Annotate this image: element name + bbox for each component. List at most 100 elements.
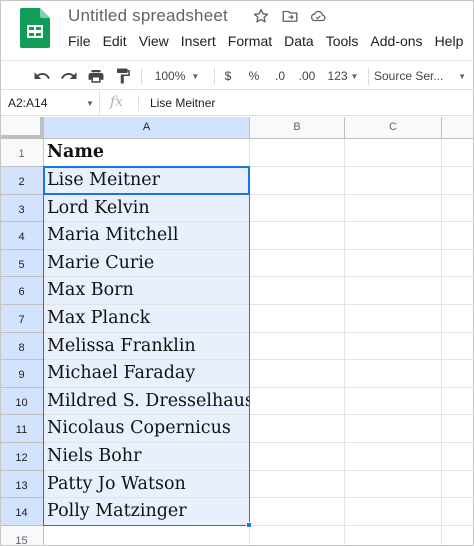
row-header-1[interactable]: 1 (0, 139, 44, 167)
menu-format[interactable]: Format (222, 32, 278, 52)
cell-b12[interactable] (250, 443, 345, 471)
spreadsheet-grid[interactable]: A B C 1 Name 2 Lise Meitner 3 Lord Kelvin 4 Maria … (0, 117, 474, 546)
cell-d5[interactable] (442, 249, 474, 278)
formula-input[interactable]: Lise Meitner (150, 96, 215, 110)
cell-b6[interactable] (250, 277, 345, 305)
row-header-8[interactable]: 8 (0, 332, 44, 361)
decrease-decimal-button[interactable]: .0 (270, 66, 290, 86)
cell-b5[interactable] (250, 249, 345, 278)
cell-a12[interactable]: Niels Bohr (44, 443, 250, 471)
cell-c14[interactable] (345, 498, 442, 526)
cell-b10[interactable] (250, 387, 345, 416)
cell-a10[interactable]: Mildred S. Dresselhaus (44, 387, 254, 416)
cell-a11[interactable]: Nicolaus Copernicus (44, 415, 250, 443)
cell-a8[interactable]: Melissa Franklin (44, 332, 250, 361)
menu-add-ons[interactable]: Add-ons (364, 32, 428, 52)
cell-d10[interactable] (442, 387, 474, 416)
cell-a4[interactable]: Maria Mitchell (44, 222, 250, 250)
menu-insert[interactable]: Insert (175, 32, 222, 52)
cell-c15[interactable] (345, 525, 442, 546)
percent-format-button[interactable]: % (245, 66, 263, 86)
row-header-5[interactable]: 5 (0, 249, 44, 278)
increase-decimal-button[interactable]: .00 (295, 66, 319, 86)
redo-button[interactable] (59, 66, 79, 86)
currency-format-button[interactable]: $ (220, 66, 236, 86)
row-header-11[interactable]: 11 (0, 415, 44, 443)
cell-c6[interactable] (345, 277, 442, 305)
cell-a5[interactable]: Marie Curie (44, 249, 250, 278)
row-header-10[interactable]: 10 (0, 387, 44, 416)
cell-b11[interactable] (250, 415, 345, 443)
cell-a6[interactable]: Max Born (44, 277, 250, 305)
cell-d7[interactable] (442, 305, 474, 333)
cell-d2[interactable] (442, 167, 474, 195)
menu-tools[interactable]: Tools (320, 32, 365, 52)
menu-data[interactable]: Data (278, 32, 320, 52)
cell-b14[interactable] (250, 498, 345, 526)
row-header-13[interactable]: 13 (0, 470, 44, 499)
column-header-b[interactable]: B (250, 117, 345, 139)
cell-b1[interactable] (250, 139, 345, 167)
cell-c8[interactable] (345, 332, 442, 361)
cell-d9[interactable] (442, 360, 474, 388)
more-formats-button[interactable]: 123 ▼ (324, 66, 362, 86)
cell-c9[interactable] (345, 360, 442, 388)
row-header-14[interactable]: 14 (0, 498, 44, 526)
zoom-select[interactable]: 100% ▼ (148, 66, 206, 86)
cell-a7[interactable]: Max Planck (44, 305, 250, 333)
row-header-15[interactable]: 15 (0, 525, 44, 546)
cell-a9[interactable]: Michael Faraday (44, 360, 250, 388)
paint-format-button[interactable] (113, 66, 133, 86)
cell-a13[interactable]: Patty Jo Watson (44, 470, 250, 499)
cell-b13[interactable] (250, 470, 345, 499)
cell-d4[interactable] (442, 222, 474, 250)
cell-a2[interactable]: Lise Meitner (44, 167, 250, 195)
cell-b7[interactable] (250, 305, 345, 333)
undo-button[interactable] (32, 66, 52, 86)
cell-c10[interactable] (345, 387, 442, 416)
cell-b4[interactable] (250, 222, 345, 250)
sheets-logo-icon[interactable] (20, 8, 50, 48)
cell-a3[interactable]: Lord Kelvin (44, 194, 250, 223)
cell-d6[interactable] (442, 277, 474, 305)
cell-c4[interactable] (345, 222, 442, 250)
row-header-3[interactable]: 3 (0, 194, 44, 223)
fill-handle[interactable] (246, 521, 252, 528)
cell-b3[interactable] (250, 194, 345, 223)
column-header-c[interactable]: C (345, 117, 442, 139)
cell-b2[interactable] (250, 167, 345, 195)
menu-edit[interactable]: Edit (97, 32, 133, 52)
cloud-saved-icon[interactable] (309, 7, 327, 25)
cell-a14[interactable]: Polly Matzinger (44, 498, 250, 526)
cell-b8[interactable] (250, 332, 345, 361)
cell-d11[interactable] (442, 415, 474, 443)
column-header-a[interactable]: A (44, 117, 250, 139)
cell-c13[interactable] (345, 470, 442, 499)
cell-a1[interactable]: Name (44, 139, 250, 167)
cell-d12[interactable] (442, 443, 474, 471)
cell-d1[interactable] (442, 139, 474, 167)
menu-help[interactable]: Help (429, 32, 470, 52)
cell-d3[interactable] (442, 194, 474, 223)
row-header-9[interactable]: 9 (0, 360, 44, 388)
cell-d8[interactable] (442, 332, 474, 361)
cell-c5[interactable] (345, 249, 442, 278)
cell-c2[interactable] (345, 167, 442, 195)
cell-c3[interactable] (345, 194, 442, 223)
menu-view[interactable]: View (133, 32, 175, 52)
cell-d13[interactable] (442, 470, 474, 499)
select-all-corner[interactable] (0, 117, 44, 139)
cell-b9[interactable] (250, 360, 345, 388)
row-header-7[interactable]: 7 (0, 305, 44, 333)
name-box[interactable]: A2:A14 ▼ (0, 91, 100, 115)
cell-c1[interactable] (345, 139, 442, 167)
menu-file[interactable]: File (62, 32, 97, 52)
doc-title[interactable]: Untitled spreadsheet (68, 6, 228, 26)
cell-d15[interactable] (442, 525, 474, 546)
cell-c11[interactable] (345, 415, 442, 443)
cell-b15[interactable] (250, 525, 345, 546)
row-header-2[interactable]: 2 (0, 167, 44, 195)
font-select[interactable]: Source Ser... ▼ (374, 66, 466, 86)
row-header-4[interactable]: 4 (0, 222, 44, 250)
print-button[interactable] (86, 66, 106, 86)
